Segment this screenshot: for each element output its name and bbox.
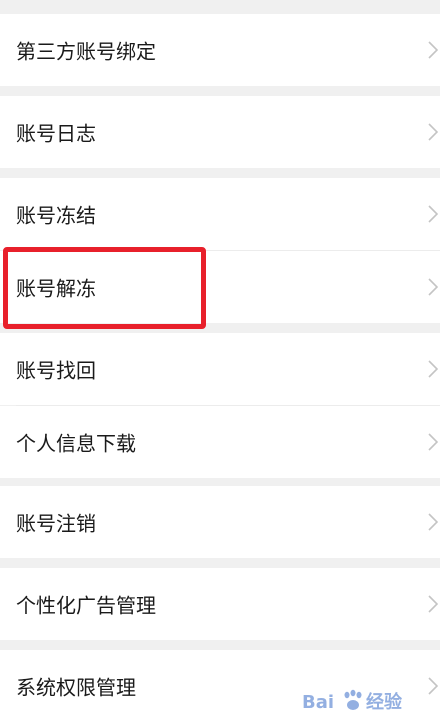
chevron-right-icon <box>428 513 438 531</box>
chevron-right-icon <box>428 278 438 296</box>
menu-item-account-log[interactable]: 账号日志 <box>0 96 440 168</box>
menu-item-third-party-binding[interactable]: 第三方账号绑定 <box>0 14 440 86</box>
menu-item-label: 账号冻结 <box>16 203 96 228</box>
svg-text:经验: 经验 <box>366 691 403 713</box>
menu-item-label: 第三方账号绑定 <box>16 39 156 64</box>
chevron-right-icon <box>428 123 438 141</box>
menu-item-label: 账号日志 <box>16 121 96 146</box>
menu-item-personalized-ads[interactable]: 个性化广告管理 <box>0 568 440 640</box>
menu-item-account-recovery[interactable]: 账号找回 <box>0 333 440 405</box>
chevron-right-icon <box>428 360 438 378</box>
settings-screen: 第三方账号绑定 账号日志 账号冻结 账号解冻 账号找回 个人信息下载 账号注销 … <box>0 0 440 722</box>
chevron-right-icon <box>428 205 438 223</box>
menu-item-label: 个人信息下载 <box>16 431 136 456</box>
menu-item-label: 账号找回 <box>16 358 96 383</box>
chevron-right-icon <box>428 41 438 59</box>
highlight-box <box>3 247 206 329</box>
menu-item-label: 个性化广告管理 <box>16 593 156 618</box>
menu-item-label: 系统权限管理 <box>16 675 136 700</box>
chevron-right-icon <box>428 595 438 613</box>
menu-item-account-deletion[interactable]: 账号注销 <box>0 486 440 558</box>
baidu-jingyan-watermark: Bai 经验 <box>302 689 403 713</box>
menu-item-personal-info-download[interactable]: 个人信息下载 <box>0 406 440 478</box>
svg-text:Bai: Bai <box>302 692 334 713</box>
chevron-right-icon <box>428 433 438 451</box>
menu-item-label: 账号注销 <box>16 511 96 536</box>
menu-item-account-freeze[interactable]: 账号冻结 <box>0 178 440 250</box>
